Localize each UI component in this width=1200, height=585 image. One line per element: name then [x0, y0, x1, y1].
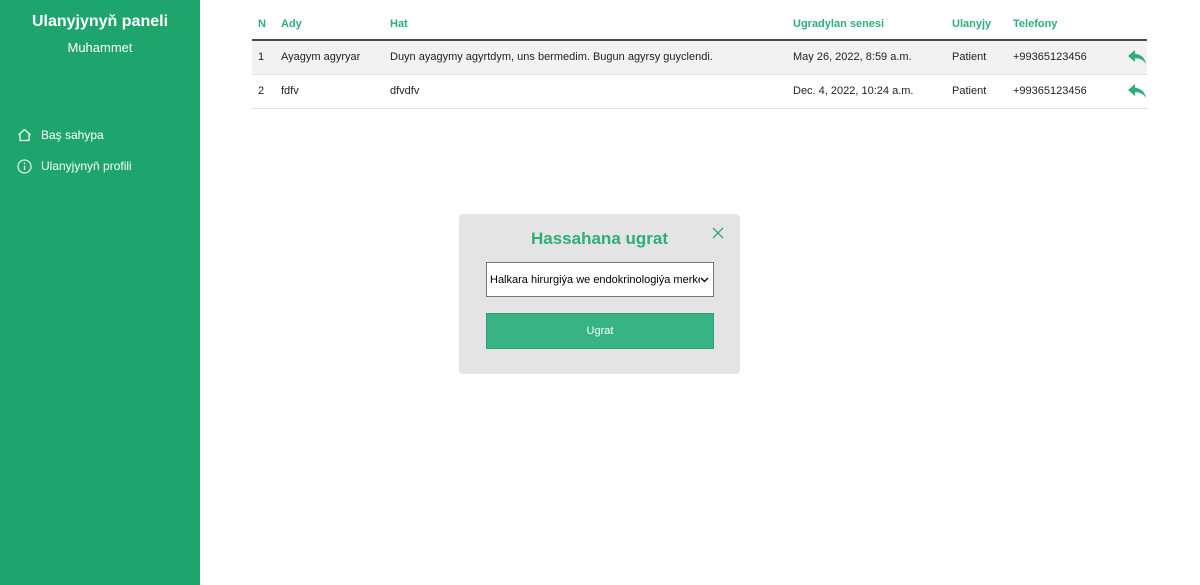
cell-senesi: May 26, 2022, 8:59 a.m. [787, 40, 946, 75]
close-icon[interactable] [712, 226, 724, 239]
cell-hat: dfvdfv [384, 74, 787, 109]
cell-telefony: +99365123456 [1007, 74, 1109, 109]
cell-n: 1 [252, 40, 275, 75]
modal-title: Hassahana ugrat [531, 229, 668, 248]
chevron-down-icon [700, 275, 710, 285]
column-header-n: N [252, 8, 275, 41]
info-icon [16, 158, 33, 175]
sidebar-item-home-label: Baş sahypa [41, 128, 104, 142]
cell-ady: fdfv [275, 74, 384, 109]
cell-action [1109, 40, 1147, 75]
column-header-hat: Hat [384, 8, 787, 41]
reply-icon[interactable] [1127, 49, 1147, 65]
sidebar-item-profile-label: Ulanyjynyň profili [41, 159, 132, 173]
cell-hat: Duyn ayagymy agyrtdym, uns bermedim. Bug… [384, 40, 787, 75]
send-to-hospital-modal: Hassahana ugrat Halkara hirurgiýa we end… [459, 214, 740, 374]
cell-ady: Ayagym agyryar [275, 40, 384, 75]
table-row: 1 Ayagym agyryar Duyn ayagymy agyrtdym, … [252, 40, 1147, 75]
sidebar-title: Ulanyjynyň paneli [31, 13, 169, 30]
cell-action [1109, 74, 1147, 109]
column-header-action [1109, 8, 1147, 41]
sidebar-item-home[interactable]: Baş sahypa [16, 125, 104, 145]
cell-ulanyjy: Patient [946, 74, 1007, 109]
column-header-ulanyjy: Ulanyjy [946, 8, 1007, 41]
cell-telefony: +99365123456 [1007, 40, 1109, 75]
table-row: 2 fdfv dfvdfv Dec. 4, 2022, 10:24 a.m. P… [252, 74, 1147, 109]
hospital-select[interactable]: Halkara hirurgiýa we endokrinologiýa mer… [486, 262, 714, 297]
hospital-select-value: Halkara hirurgiýa we endokrinologiýa mer… [490, 273, 700, 286]
send-button[interactable]: Ugrat [486, 313, 714, 349]
cell-n: 2 [252, 74, 275, 109]
home-icon [16, 127, 33, 144]
sidebar: Ulanyjynyň paneli Muhammet Baş sahypa Ul… [0, 0, 200, 585]
table-header-row: N Ady Hat Ugradylan senesi Ulanyjy Telef… [252, 8, 1147, 41]
reply-icon[interactable] [1127, 83, 1147, 99]
column-header-senesi: Ugradylan senesi [787, 8, 946, 41]
cell-senesi: Dec. 4, 2022, 10:24 a.m. [787, 74, 946, 109]
sidebar-username: Muhammet [67, 40, 133, 55]
cell-ulanyjy: Patient [946, 40, 1007, 75]
messages-table: N Ady Hat Ugradylan senesi Ulanyjy Telef… [252, 8, 1147, 109]
column-header-telefony: Telefony [1007, 8, 1109, 41]
sidebar-item-profile[interactable]: Ulanyjynyň profili [16, 156, 132, 176]
column-header-ady: Ady [275, 8, 384, 41]
